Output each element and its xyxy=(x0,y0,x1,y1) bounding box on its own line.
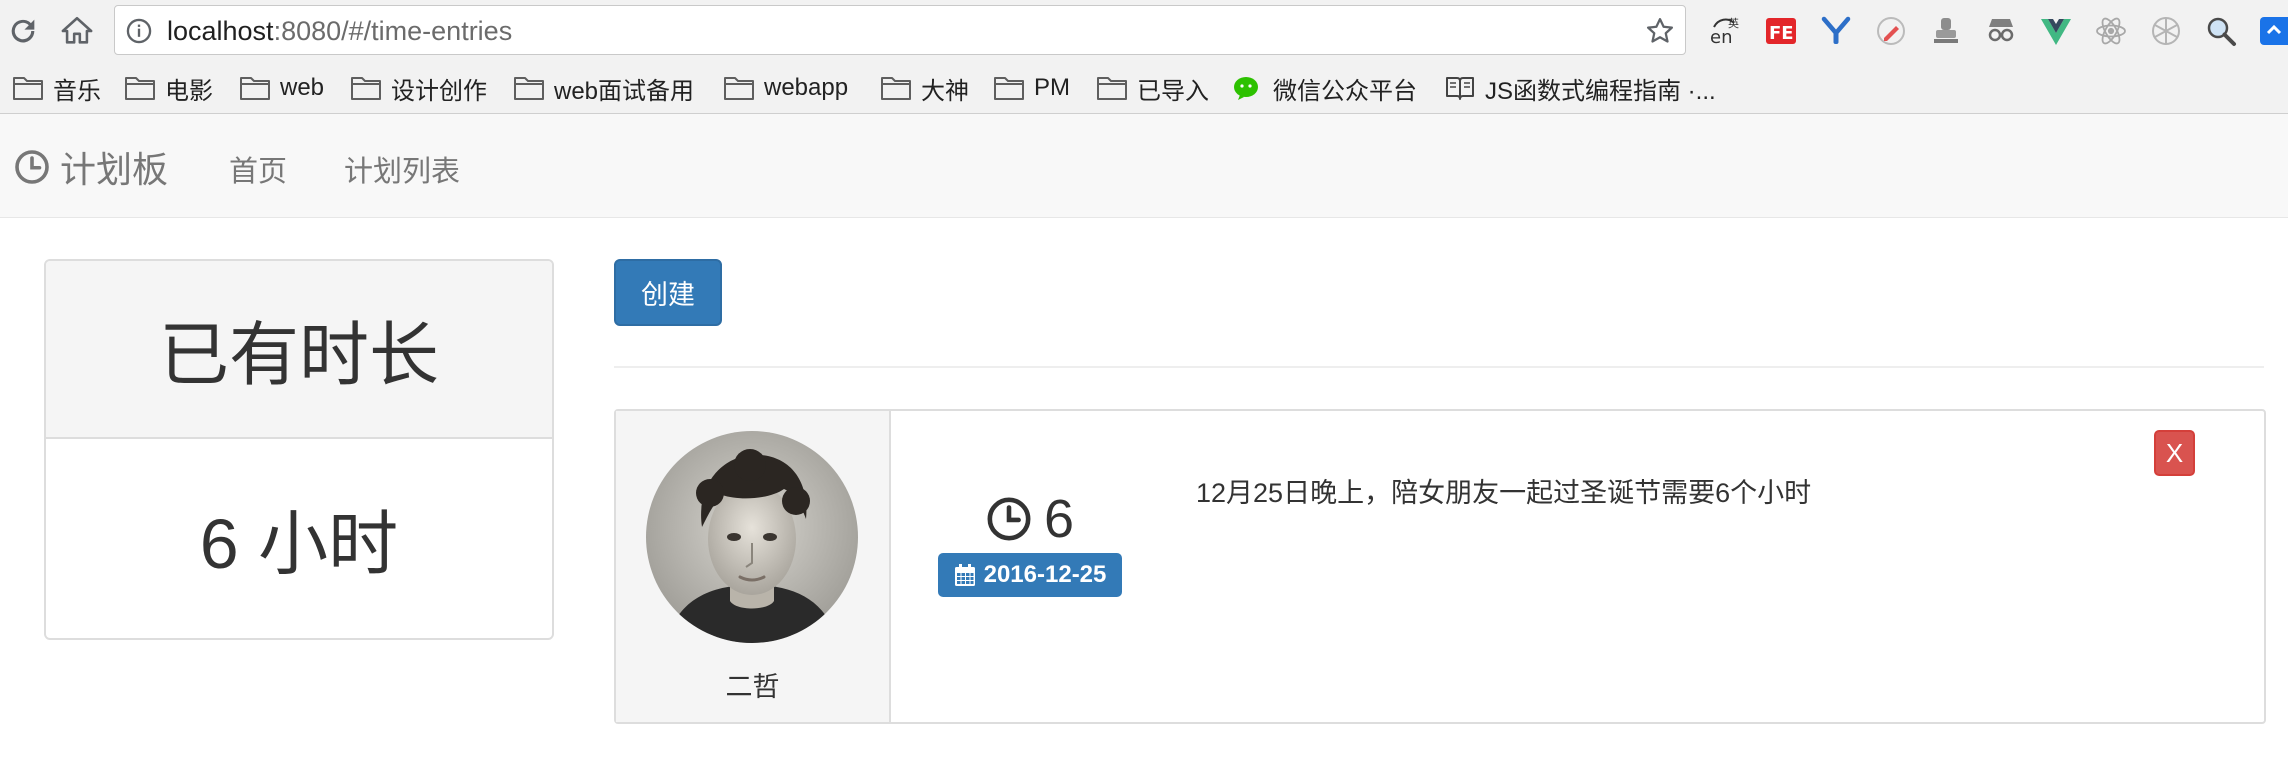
summary-title: 已有时长 xyxy=(159,315,439,394)
brand-text: 计划板 xyxy=(60,149,169,190)
folder-icon xyxy=(724,77,754,100)
user-name: 二哲 xyxy=(725,672,780,702)
bookmark-music[interactable]: 音乐 xyxy=(12,70,101,106)
folder-icon xyxy=(881,77,911,100)
bookmark-label: PM xyxy=(1034,74,1070,101)
address-bar[interactable]: localhost:8080/#/time-entries xyxy=(114,5,1686,55)
entry-comment: 12月25日晚上，陪女朋友一起过圣诞节需要6个小时 xyxy=(1196,478,1812,508)
folder-icon xyxy=(351,77,381,100)
translate-icon[interactable]: en 英 xyxy=(1708,13,1744,49)
bookmark-wechat[interactable]: 微信公众平台 xyxy=(1232,70,1417,106)
bookmark-js-guide[interactable]: JS函数式编程指南 ·... xyxy=(1444,70,1716,106)
clock-icon xyxy=(15,150,49,184)
y-icon[interactable] xyxy=(1818,13,1854,49)
folder-icon xyxy=(994,77,1024,100)
book-icon xyxy=(1446,77,1474,100)
bookmark-label: 设计创作 xyxy=(391,77,487,105)
bookmark-label: web xyxy=(280,74,325,101)
bookmark-movies[interactable]: 电影 xyxy=(124,70,213,106)
delete-entry-button[interactable]: X xyxy=(2154,430,2195,476)
nav-link-plan-list[interactable]: 计划列表 xyxy=(344,148,460,190)
folder-icon xyxy=(1097,77,1127,100)
bookmark-label: 音乐 xyxy=(53,77,101,105)
fe-icon[interactable]: FE xyxy=(1763,13,1799,49)
app-navbar: 计划板 首页 计划列表 xyxy=(0,114,2288,218)
bookmark-masters[interactable]: 大神 xyxy=(880,70,969,106)
folder-icon xyxy=(240,77,270,100)
vue-icon[interactable] xyxy=(2038,13,2074,49)
bookmark-label: 已导入 xyxy=(1137,77,1209,105)
pen-icon[interactable] xyxy=(1873,13,1909,49)
clock-icon xyxy=(987,497,1031,541)
divider xyxy=(614,366,2264,368)
entry-hours-value: 6 xyxy=(1044,489,1075,549)
url-path: :8080/#/time-entries xyxy=(273,16,513,46)
time-entry-card: 二哲 6 2016-12-25 12月25日晚上，陪女朋友一起过圣诞节需要6个小… xyxy=(614,409,2266,724)
home-icon[interactable] xyxy=(60,14,94,48)
entry-hours: 6 xyxy=(986,489,1075,549)
summary-panel: 已有时长 6 小时 xyxy=(44,259,554,640)
bookmark-label: 大神 xyxy=(921,77,969,105)
aperture-icon[interactable] xyxy=(2148,13,2184,49)
bookmark-webapp[interactable]: webapp xyxy=(723,70,848,106)
bookmark-label: webapp xyxy=(764,74,849,101)
avatar xyxy=(646,431,858,643)
react-icon[interactable] xyxy=(2093,13,2129,49)
bookmark-web-interview[interactable]: web面试备用 xyxy=(513,70,694,106)
browser-toolbar: localhost:8080/#/time-entries en 英 FE xyxy=(0,0,2288,62)
spy-icon[interactable] xyxy=(1983,13,2019,49)
calendar-icon xyxy=(954,564,975,586)
bookmark-label: web面试备用 xyxy=(554,77,695,105)
reload-icon[interactable] xyxy=(6,14,40,48)
url-host: localhost xyxy=(167,16,274,46)
bookmark-web[interactable]: web xyxy=(239,70,324,106)
bookmarks-bar: 音乐 电影 web 设计创作 web面试备用 webapp 大神 PM 已导入 … xyxy=(0,62,2288,114)
summary-panel-heading: 已有时长 xyxy=(46,261,552,439)
folder-icon xyxy=(125,77,155,100)
svg-text:英: 英 xyxy=(1728,16,1739,30)
summary-panel-body: 6 小时 xyxy=(46,439,552,638)
bookmark-star-icon[interactable] xyxy=(1645,16,1675,46)
entry-user-column: 二哲 xyxy=(616,411,891,722)
total-hours-value: 6 小时 xyxy=(199,505,399,583)
url-text[interactable]: localhost:8080/#/time-entries xyxy=(167,16,512,46)
bookmark-design[interactable]: 设计创作 xyxy=(350,70,487,106)
magnifier-icon[interactable] xyxy=(2203,13,2239,49)
create-button[interactable]: 创建 xyxy=(614,259,722,326)
wechat-icon xyxy=(1234,77,1258,100)
bookmark-imported[interactable]: 已导入 xyxy=(1096,70,1209,106)
folder-icon xyxy=(13,77,43,100)
entry-date-label: 2016-12-25 xyxy=(938,553,1122,597)
folder-icon xyxy=(514,77,544,100)
bookmark-label: 电影 xyxy=(165,77,213,105)
svg-text:en: en xyxy=(1710,27,1732,48)
brand[interactable]: 计划板 xyxy=(14,144,168,190)
entry-date: 2016-12-25 xyxy=(983,561,1107,588)
svg-text:FE: FE xyxy=(1769,23,1794,44)
bookmark-label: JS函数式编程指南 ·... xyxy=(1485,77,1716,105)
bookmark-label: 微信公众平台 xyxy=(1273,77,1417,105)
bookmark-pm[interactable]: PM xyxy=(993,70,1070,106)
nav-link-home[interactable]: 首页 xyxy=(229,148,287,190)
blue-extension-icon[interactable] xyxy=(2258,13,2288,49)
info-icon[interactable] xyxy=(125,17,153,45)
stamp-icon[interactable] xyxy=(1928,13,1964,49)
